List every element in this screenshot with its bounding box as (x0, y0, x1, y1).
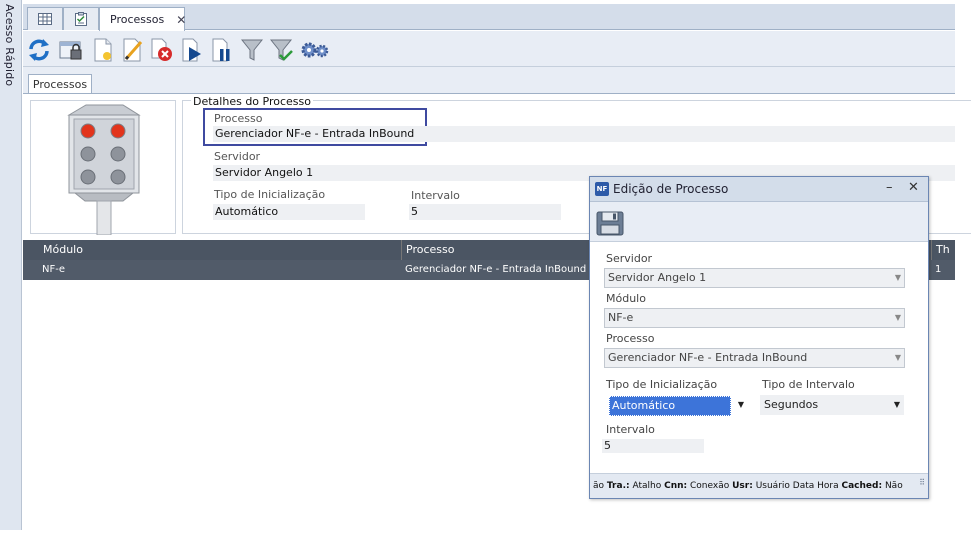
dialog-status-bar: ão Tra.: Atalho Cnn: Conexão Usr: Usuári… (590, 473, 928, 498)
status-cached-key: Cached: (841, 481, 883, 491)
status-tra-key: Tra.: (606, 481, 630, 491)
main-toolbar (23, 31, 955, 67)
start-button[interactable] (179, 37, 205, 63)
dialog-modulo-label: Módulo (606, 292, 646, 305)
status-usr-key: Usr: (732, 481, 753, 491)
details-title: Detalhes do Processo (191, 95, 313, 108)
new-document-icon (94, 38, 112, 62)
new-button[interactable] (90, 37, 116, 63)
pause-button[interactable] (209, 37, 235, 63)
modulo-dropdown[interactable]: NF-e ▼ (604, 308, 905, 328)
edit-button[interactable] (120, 37, 146, 63)
status-tra-value: Atalho (632, 481, 662, 491)
chevron-down-icon: ▼ (894, 353, 901, 362)
dialog-processo-label: Processo (606, 332, 655, 345)
grid-icon (38, 13, 52, 25)
cell-th: 1 (935, 264, 942, 275)
tipo-intervalo-dropdown[interactable]: Segundos ▼ (760, 395, 904, 415)
dialog-tipo-inicializacao-label: Tipo de Inicialização (606, 378, 718, 391)
filter-clear-icon (270, 39, 293, 61)
close-icon[interactable]: ✕ (908, 180, 919, 195)
processo-dropdown[interactable]: Gerenciador NF-e - Entrada InBound ▼ (604, 348, 905, 368)
status-usr-value: Usuário (755, 481, 790, 491)
servidor-dropdown-value: Servidor Angelo 1 (608, 271, 707, 284)
tab-checklist[interactable] (63, 7, 99, 30)
servidor-label: Servidor (214, 150, 261, 163)
bottom-strip (4, 530, 971, 537)
filter-icon (241, 39, 263, 61)
processo-value: Gerenciador NF-e - Entrada InBound (213, 126, 955, 142)
edit-pencil-icon (123, 38, 143, 62)
dialog-titlebar[interactable]: NF Edição de Processo – ✕ (590, 177, 928, 202)
minimize-icon[interactable]: – (886, 180, 893, 195)
subtab-processos[interactable]: Processos (28, 74, 92, 94)
dialog-intervalo-label: Intervalo (606, 423, 655, 436)
delete-icon (151, 38, 172, 61)
status-prefix: ão (593, 481, 605, 491)
settings-button[interactable] (298, 37, 332, 63)
subtab-strip: Processos (23, 67, 955, 94)
status-datahora: Data Hora (792, 481, 839, 491)
play-icon (182, 38, 201, 62)
dialog-servidor-label: Servidor (606, 252, 653, 265)
cell-processo: Gerenciador NF-e - Entrada InBound (405, 264, 587, 275)
intervalo-value: 5 (409, 204, 561, 220)
chevron-down-icon: ▼ (893, 400, 900, 409)
status-cached-value: Não (884, 481, 903, 491)
intervalo-input[interactable]: 5 (602, 439, 704, 453)
lock-window-icon (59, 41, 82, 60)
floppy-disk-icon (596, 211, 624, 236)
resize-grip-icon[interactable]: ⠿ (919, 474, 925, 495)
save-button[interactable] (596, 210, 624, 236)
tab-grid[interactable] (27, 7, 63, 30)
chevron-down-icon: ▼ (894, 273, 901, 282)
settings-gears-icon (301, 42, 329, 58)
servidor-dropdown[interactable]: Servidor Angelo 1 ▼ (604, 268, 905, 288)
cell-modulo: NF-e (42, 264, 65, 275)
processo-dropdown-value: Gerenciador NF-e - Entrada InBound (608, 351, 808, 364)
processo-label: Processo (214, 112, 263, 125)
status-cnn-key: Cnn: (664, 481, 688, 491)
checklist-icon (75, 12, 87, 26)
delete-button[interactable] (149, 37, 175, 63)
dialog-title: Edição de Processo (613, 182, 729, 196)
chevron-down-icon: ▼ (894, 313, 901, 322)
chevron-down-icon: ▼ (737, 400, 744, 409)
tab-processos-label: Processos (110, 13, 165, 26)
close-icon[interactable]: ✕ (176, 13, 186, 27)
tipo-inicializacao-value: Automático (213, 204, 365, 220)
tipo-inicializacao-dropdown[interactable]: Automático ▼ (605, 395, 748, 416)
tipo-intervalo-dropdown-value: Segundos (764, 398, 819, 411)
column-header-th[interactable]: Th (932, 240, 955, 260)
dialog-toolbar (590, 202, 928, 242)
refresh-icon (29, 39, 49, 61)
modulo-dropdown-value: NF-e (608, 311, 634, 324)
quick-access-bar[interactable]: Acesso Rápido (0, 0, 22, 530)
edit-process-dialog: NF Edição de Processo – ✕ Servidor Servi… (589, 176, 929, 499)
tipo-inicializacao-label: Tipo de Inicialização (214, 188, 326, 201)
process-image-box (30, 100, 176, 236)
refresh-button[interactable] (26, 37, 52, 63)
column-header-modulo[interactable]: Módulo (39, 240, 402, 260)
lock-window-button[interactable] (58, 37, 84, 63)
pause-icon (212, 38, 230, 62)
tipo-inicializacao-dropdown-value: Automático (609, 396, 731, 416)
app-logo-icon: NF (595, 182, 609, 196)
tab-processos[interactable]: Processos ✕ (99, 7, 186, 31)
dialog-tipo-intervalo-label: Tipo de Intervalo (762, 378, 855, 391)
filter-clear-button[interactable] (269, 37, 295, 63)
filter-button[interactable] (239, 37, 265, 63)
traffic-light-icon (67, 104, 141, 236)
intervalo-label: Intervalo (411, 189, 460, 202)
tab-strip: Processos ✕ (23, 4, 955, 31)
quick-access-label: Acesso Rápido (3, 4, 16, 87)
status-cnn-value: Conexão (690, 481, 730, 491)
